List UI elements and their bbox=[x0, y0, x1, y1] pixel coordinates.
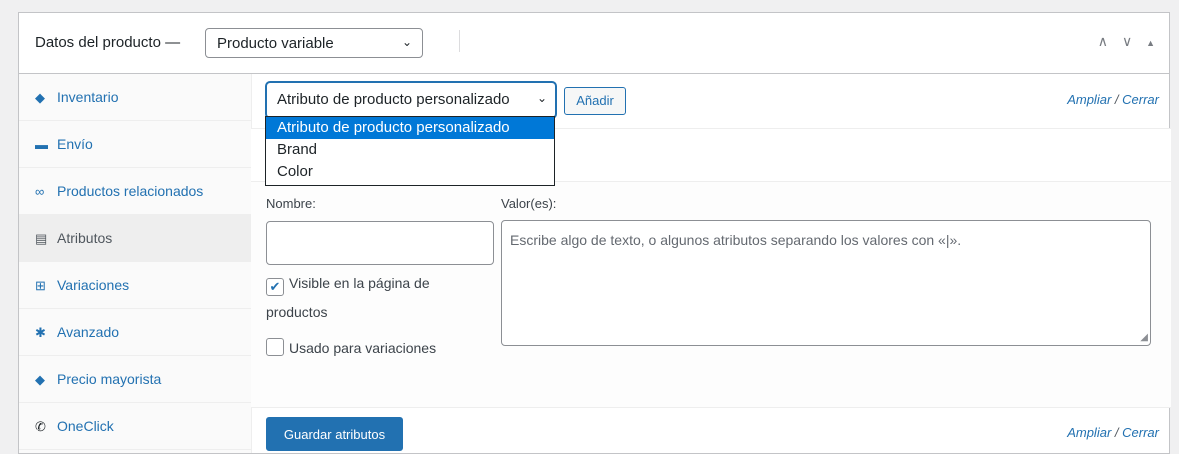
expand-separator: / bbox=[1114, 92, 1119, 107]
header-divider bbox=[459, 30, 460, 52]
resize-grip-icon[interactable]: ◢ bbox=[1140, 332, 1148, 343]
tab-envio[interactable]: ▬ Envío bbox=[19, 121, 251, 168]
move-down-icon[interactable]: ∨ bbox=[1122, 33, 1132, 49]
tab-label: Atributos bbox=[57, 230, 113, 246]
tab-precio-mayorista[interactable]: ◆ Precio mayorista bbox=[19, 356, 251, 403]
expand-separator: / bbox=[1114, 425, 1119, 440]
tab-label: Envío bbox=[57, 136, 93, 152]
save-attributes-button[interactable]: Guardar atributos bbox=[266, 417, 403, 451]
expand-close-links-bottom: Ampliar / Cerrar bbox=[1067, 425, 1159, 440]
product-tabs-sidebar: ◆ Inventario ▬ Envío ∞ Productos relacionad… bbox=[19, 74, 252, 453]
link-icon: ∞ bbox=[35, 184, 45, 199]
chevron-down-icon: ⌄ bbox=[401, 35, 412, 49]
dropdown-option[interactable]: Color bbox=[266, 161, 554, 183]
values-label: Valor(es): bbox=[501, 196, 557, 211]
name-label: Nombre: bbox=[266, 196, 316, 211]
expand-link[interactable]: Ampliar bbox=[1067, 425, 1111, 440]
product-data-title: Datos del producto — bbox=[35, 34, 181, 51]
visible-checkbox[interactable]: ✔ bbox=[266, 278, 284, 296]
tab-label: Precio mayorista bbox=[57, 371, 162, 387]
truck-icon: ▬ bbox=[35, 137, 48, 152]
chevron-down-icon: ⌄ bbox=[536, 91, 547, 105]
add-attribute-button[interactable]: Añadir bbox=[564, 87, 626, 115]
visible-label-line1: Visible en la página de bbox=[289, 275, 430, 291]
box-controls: ∧ ∨ ▲ bbox=[1088, 33, 1155, 50]
tab-atributos[interactable]: ▤ Atributos bbox=[19, 215, 251, 262]
dropdown-option[interactable]: Brand bbox=[266, 139, 554, 161]
tab-label: OneClick bbox=[57, 418, 114, 434]
attribute-name-input[interactable] bbox=[266, 221, 494, 265]
values-placeholder: Escribe algo de texto, o algunos atribut… bbox=[510, 232, 962, 248]
diamond-tag-icon: ◆ bbox=[35, 90, 45, 105]
visible-label-line2: productos bbox=[266, 304, 328, 320]
visible-on-product-page-option[interactable]: ✔ Visible en la página de bbox=[266, 275, 430, 296]
move-up-icon[interactable]: ∧ bbox=[1098, 33, 1108, 49]
tab-variaciones[interactable]: ⊞ Variaciones bbox=[19, 262, 251, 309]
attribute-select[interactable]: Atributo de producto personalizado ⌄ bbox=[266, 82, 556, 118]
dropdown-option[interactable]: Atributo de producto personalizado bbox=[266, 117, 554, 139]
tab-label: Variaciones bbox=[57, 277, 130, 293]
grid-icon: ⊞ bbox=[35, 278, 46, 293]
expand-close-links-top: Ampliar / Cerrar bbox=[1067, 92, 1159, 107]
whatsapp-icon: ✆ bbox=[35, 419, 46, 434]
tag-icon: ◆ bbox=[35, 372, 45, 387]
gear-icon: ✱ bbox=[35, 325, 46, 340]
tab-label: Avanzado bbox=[57, 324, 120, 340]
attribute-select-value: Atributo de producto personalizado bbox=[277, 91, 510, 108]
close-link[interactable]: Cerrar bbox=[1122, 425, 1159, 440]
product-data-header: Datos del producto — Producto variable ⌄… bbox=[19, 13, 1169, 74]
product-type-value: Producto variable bbox=[217, 35, 334, 52]
collapse-icon[interactable]: ▲ bbox=[1146, 38, 1155, 48]
tab-inventario[interactable]: ◆ Inventario bbox=[19, 74, 251, 121]
attribute-row-body: Nombre: Valor(es): Escribe algo de texto… bbox=[251, 182, 1171, 407]
close-link[interactable]: Cerrar bbox=[1122, 92, 1159, 107]
attribute-values-textarea[interactable]: Escribe algo de texto, o algunos atribut… bbox=[501, 220, 1151, 346]
attribute-dropdown-list: Atributo de producto personalizado Brand… bbox=[265, 116, 555, 186]
tab-label: Inventario bbox=[57, 89, 119, 105]
tab-oneclick[interactable]: ✆ OneClick bbox=[19, 403, 251, 450]
variations-checkbox[interactable] bbox=[266, 338, 284, 356]
product-data-box: Datos del producto — Producto variable ⌄… bbox=[18, 12, 1171, 454]
expand-link[interactable]: Ampliar bbox=[1067, 92, 1111, 107]
list-icon: ▤ bbox=[35, 231, 48, 246]
tab-productos-relacionados[interactable]: ∞ Productos relacionados bbox=[19, 168, 251, 215]
tab-avanzado[interactable]: ✱ Avanzado bbox=[19, 309, 251, 356]
variations-label: Usado para variaciones bbox=[289, 340, 437, 356]
tab-label: Productos relacionados bbox=[57, 183, 204, 199]
product-type-select[interactable]: Producto variable ⌄ bbox=[205, 28, 423, 58]
used-for-variations-option[interactable]: Usado para variaciones bbox=[266, 338, 436, 356]
